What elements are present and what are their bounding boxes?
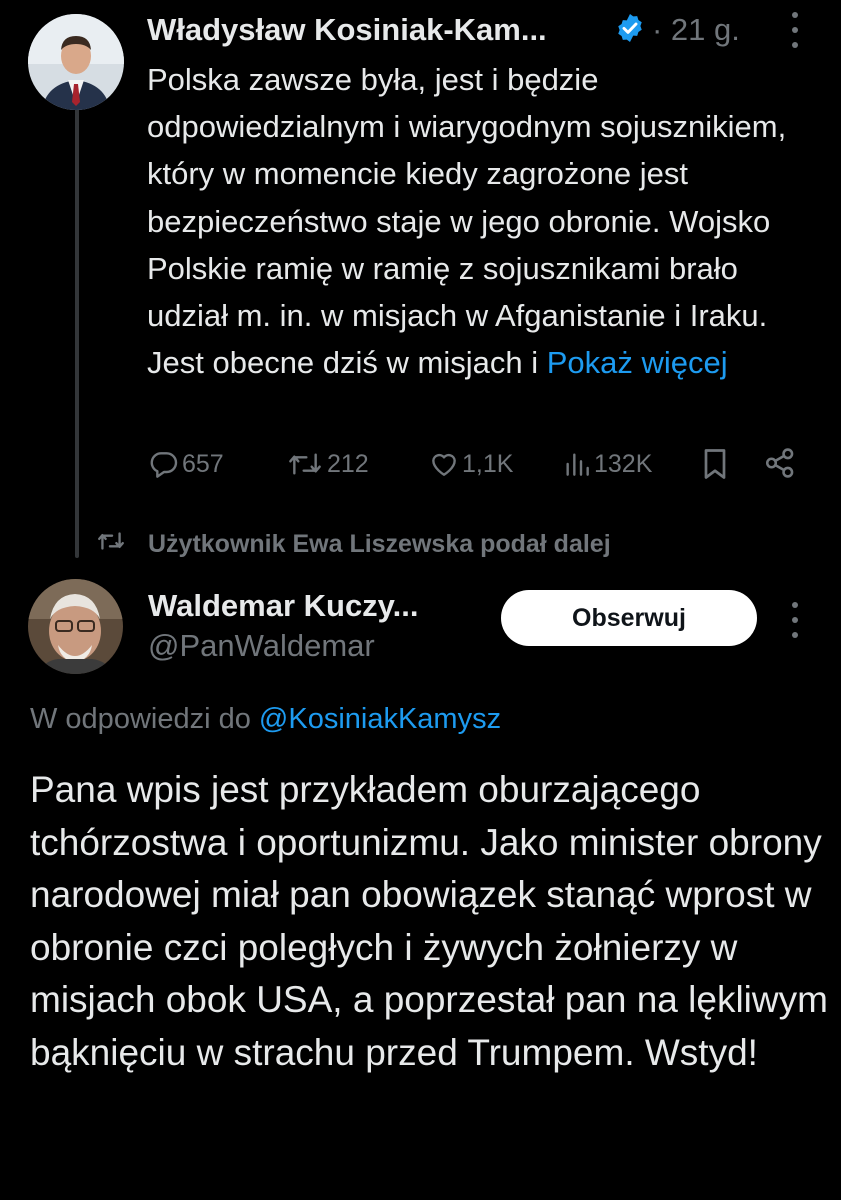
author-handle[interactable]: @PanWaldemar	[148, 628, 375, 664]
follow-button[interactable]: Obserwuj	[501, 590, 757, 646]
author-name[interactable]: Waldemar Kuczy...	[148, 588, 418, 624]
retweet-action[interactable]: 212	[285, 446, 369, 482]
retweet-icon	[285, 448, 325, 480]
views-icon	[562, 448, 592, 480]
like-count: 1,1K	[462, 449, 514, 478]
show-more-link[interactable]: Pokaż więcej	[547, 345, 728, 380]
reply-action[interactable]: 657	[147, 446, 224, 482]
reply-to-prefix: W odpowiedzi do	[30, 703, 251, 735]
bookmark-icon[interactable]	[700, 446, 730, 487]
retweet-count: 212	[327, 449, 369, 478]
views-count: 132K	[594, 449, 653, 478]
author-name[interactable]: Władysław Kosiniak-Kam...	[147, 12, 547, 48]
reply-count: 657	[182, 449, 224, 478]
retweeted-by-label[interactable]: Użytkownik Ewa Liszewska podał dalej	[148, 530, 611, 559]
tweet-text: Pana wpis jest przykładem oburzającego t…	[30, 769, 828, 1073]
more-options-icon[interactable]	[791, 602, 799, 638]
avatar-author2[interactable]	[28, 579, 123, 674]
share-icon[interactable]	[763, 446, 797, 485]
reply-mention-link[interactable]: @KosiniakKamysz	[259, 703, 501, 735]
reply-icon	[147, 448, 181, 480]
reply-to-line: W odpowiedzi do @KosiniakKamysz	[30, 703, 501, 736]
tweet-text: Polska zawsze była, jest i będzie odpowi…	[147, 56, 807, 386]
retweeted-icon	[96, 528, 126, 559]
tweet-body: Polska zawsze była, jest i będzie odpowi…	[147, 62, 787, 381]
more-options-icon[interactable]	[791, 12, 799, 48]
like-icon	[427, 448, 461, 480]
like-action[interactable]: 1,1K	[427, 446, 513, 482]
avatar-author1[interactable]	[28, 14, 124, 110]
tweet-timestamp[interactable]: · 21 g.	[652, 12, 740, 48]
thread-connector-line	[75, 106, 79, 558]
verified-badge-icon	[614, 12, 646, 44]
views-action[interactable]: 132K	[562, 446, 652, 482]
